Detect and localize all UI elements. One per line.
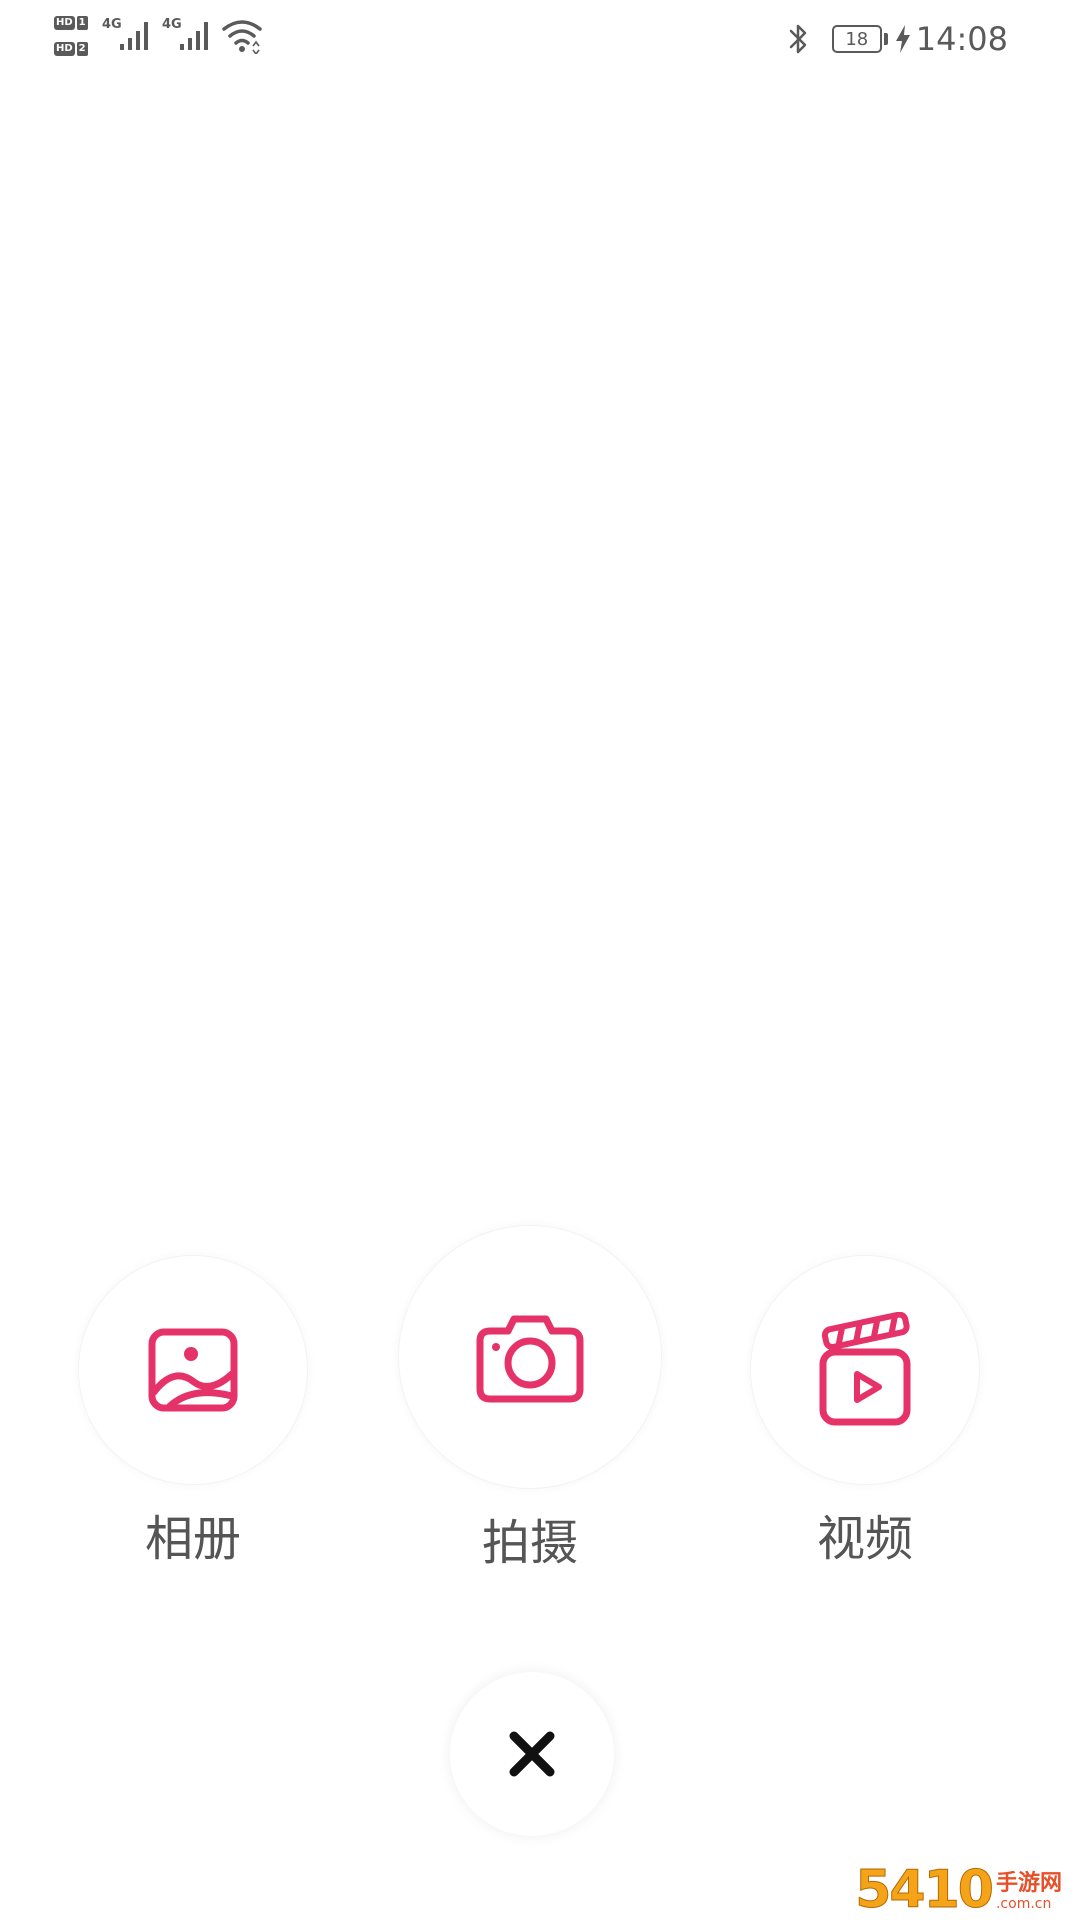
close-button[interactable] — [450, 1672, 614, 1836]
album-button-circle[interactable] — [78, 1255, 308, 1485]
shoot-button[interactable]: 拍摄 — [398, 1225, 662, 1573]
image-icon — [148, 1328, 238, 1412]
hd-icon: HD — [54, 16, 75, 30]
video-label: 视频 — [816, 1511, 913, 1567]
shoot-button-circle[interactable] — [398, 1225, 662, 1489]
watermark-text: 手游网 .com.cn — [995, 1871, 1062, 1913]
sim-indicators: HD 1 HD 2 — [54, 14, 96, 60]
bluetooth-icon — [789, 24, 807, 54]
signal-icon — [120, 22, 148, 50]
battery-level: 18 — [845, 28, 869, 50]
album-button[interactable]: 相册 — [78, 1255, 308, 1569]
sim1-number: 1 — [76, 16, 88, 30]
status-bar: HD 1 HD 2 4G 4G 18 14:08 — [0, 0, 1080, 80]
watermark-domain: .com.cn — [995, 1896, 1052, 1912]
video-button[interactable]: 视频 — [750, 1255, 980, 1569]
watermark-digits: 5410 — [855, 1860, 995, 1920]
battery-icon: 18 — [831, 25, 882, 53]
video-clapper-icon — [819, 1312, 911, 1426]
sim1-indicator: HD 1 — [54, 14, 88, 32]
album-label: 相册 — [144, 1511, 241, 1567]
watermark-cn: 手游网 — [995, 1871, 1062, 1896]
close-icon — [509, 1731, 555, 1777]
battery-tip — [883, 33, 888, 45]
hd-icon: HD — [54, 42, 75, 56]
camera-icon — [476, 1315, 584, 1403]
status-right-group: 18 14:08 — [786, 16, 1008, 62]
signal-1: 4G — [102, 18, 156, 52]
wifi-icon — [222, 20, 262, 54]
sim2-indicator: HD 2 — [54, 40, 88, 58]
watermark: 5410 手游网 .com.cn — [855, 1860, 1062, 1920]
clock: 14:08 — [915, 20, 1008, 58]
video-button-circle[interactable] — [750, 1255, 980, 1485]
sim2-number: 2 — [76, 42, 88, 56]
shoot-label: 拍摄 — [481, 1515, 578, 1571]
signal-icon — [180, 22, 208, 50]
charging-icon — [895, 25, 910, 53]
signal-2: 4G — [162, 18, 216, 52]
